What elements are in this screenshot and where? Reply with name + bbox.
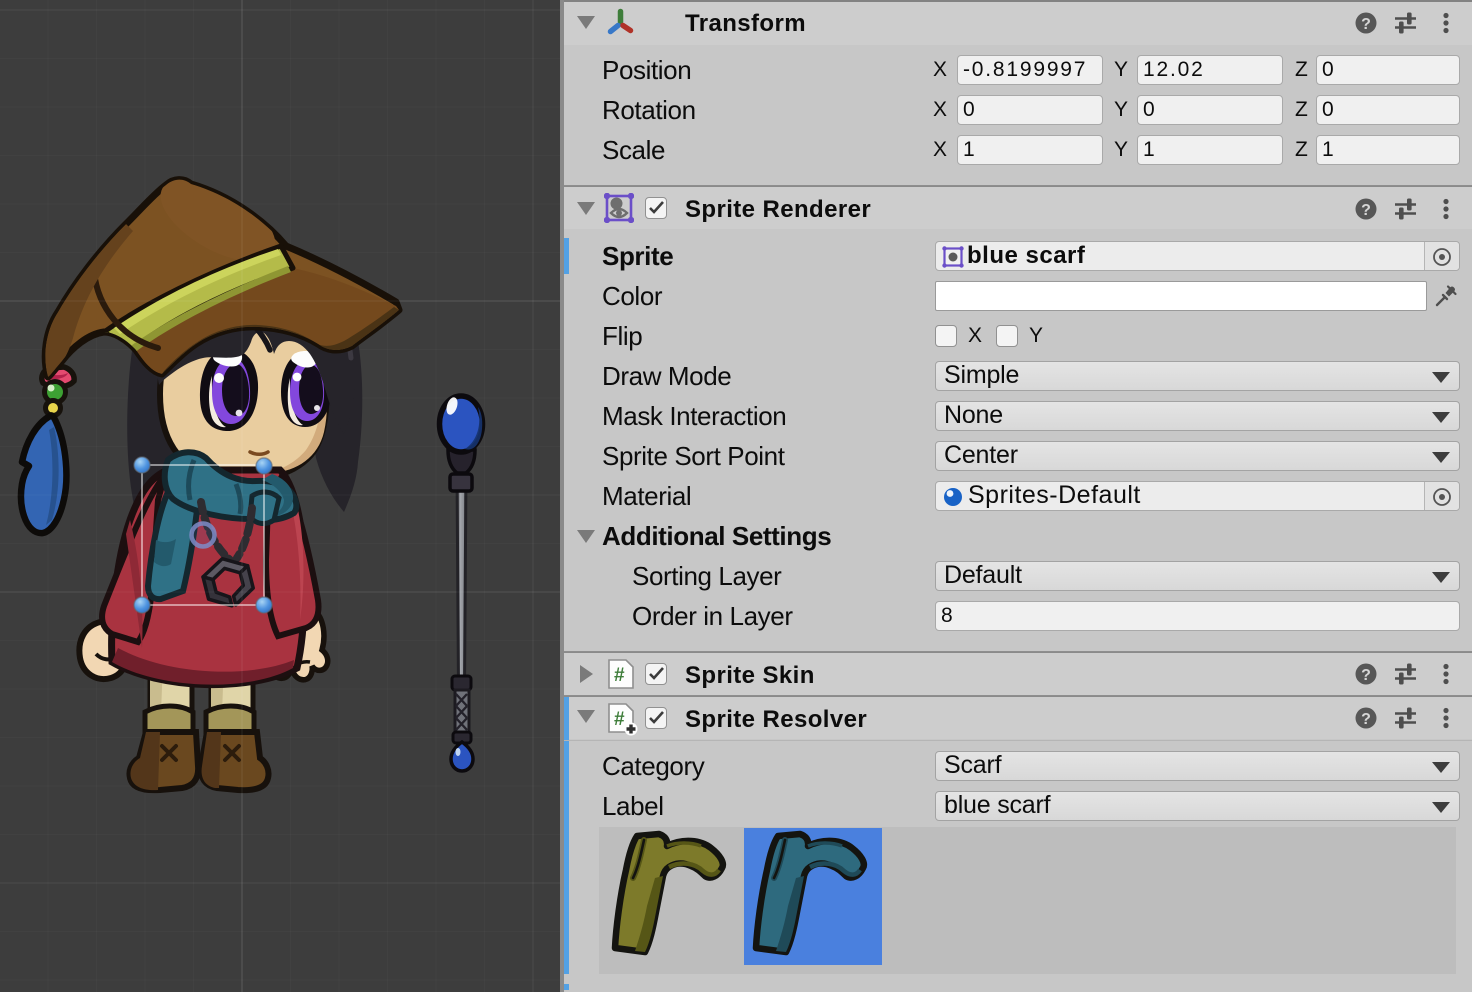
svg-text:?: ? (1361, 667, 1371, 684)
svg-text:#: # (614, 665, 625, 686)
svg-text:?: ? (1361, 16, 1371, 33)
svg-text:#: # (614, 709, 625, 730)
svg-text:?: ? (1361, 202, 1371, 219)
svg-text:?: ? (1361, 711, 1371, 728)
